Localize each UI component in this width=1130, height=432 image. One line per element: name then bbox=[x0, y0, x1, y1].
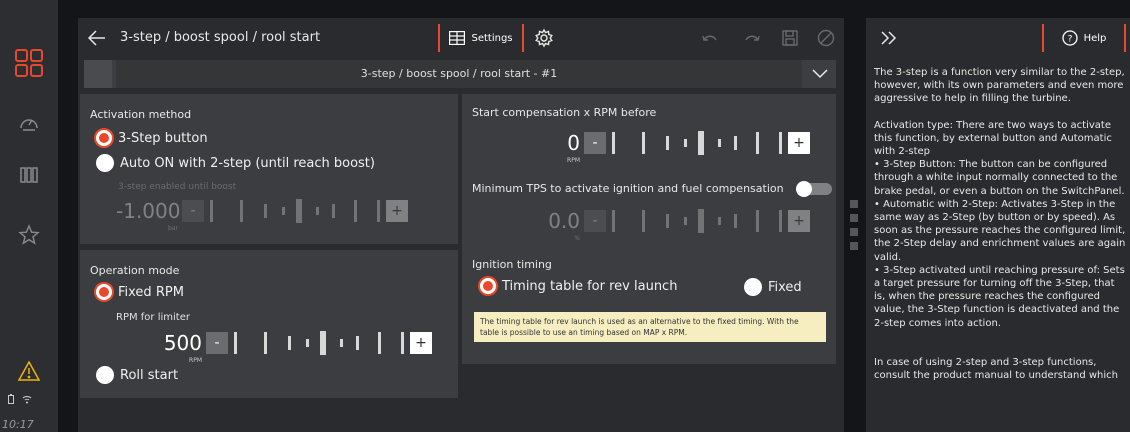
radio-label: 3-Step button bbox=[118, 130, 208, 146]
undo-icon[interactable] bbox=[700, 28, 720, 48]
radio-fixed-timing[interactable]: Fixed bbox=[744, 278, 802, 296]
page-title: 3-step / boost spool / rool start bbox=[120, 30, 321, 45]
ignition-note: The timing table for rev launch is used … bbox=[474, 312, 826, 342]
radio-timing-table[interactable]: Timing table for rev launch bbox=[480, 278, 677, 294]
cancel-icon[interactable] bbox=[816, 28, 836, 48]
question-icon: ? bbox=[1061, 30, 1078, 46]
enabled-until-label: 3-step enabled until boost bbox=[118, 182, 237, 192]
radio-label: Fixed RPM bbox=[118, 284, 184, 300]
back-arrow-icon[interactable] bbox=[88, 30, 106, 46]
increment-button[interactable]: + bbox=[788, 210, 810, 232]
help-paragraph: • 3-Step Button: The button can be confi… bbox=[874, 159, 1125, 197]
radio-roll-start[interactable]: Roll start bbox=[96, 366, 178, 384]
chevron-down-icon[interactable] bbox=[804, 60, 836, 88]
stepper-track[interactable] bbox=[234, 330, 404, 356]
help-paragraph: • Automatic with 2-Step: Activates 3-Ste… bbox=[874, 198, 1126, 263]
main-panel: 3-step / boost spool / rool start Settin… bbox=[78, 18, 844, 432]
help-paragraph: The 3-step is a function very similar to… bbox=[874, 67, 1125, 105]
config-select-handle bbox=[84, 60, 112, 88]
activation-title: Activation method bbox=[90, 108, 192, 121]
stepper-track[interactable] bbox=[612, 208, 782, 234]
stepper-track[interactable] bbox=[210, 198, 380, 224]
rpm-limiter-stepper[interactable]: 500 RPM - + bbox=[140, 330, 432, 364]
stepper-track[interactable] bbox=[612, 130, 782, 156]
wifi-icon bbox=[22, 396, 32, 404]
save-icon[interactable] bbox=[780, 28, 800, 48]
decrement-button[interactable]: - bbox=[206, 332, 228, 354]
radio-label: Roll start bbox=[120, 367, 179, 383]
activation-card: Activation method 3-Step button Auto ON … bbox=[80, 94, 458, 244]
star-icon[interactable] bbox=[14, 220, 44, 250]
help-text: The 3-step is a function very similar to… bbox=[874, 66, 1126, 420]
collapse-chevron-icon[interactable] bbox=[880, 30, 898, 46]
decrement-button[interactable]: - bbox=[584, 210, 606, 232]
rpm-limiter-unit: RPM bbox=[189, 357, 202, 364]
radio-fixed-rpm[interactable]: Fixed RPM bbox=[96, 284, 184, 300]
radio-label: Timing table for rev launch bbox=[502, 278, 678, 294]
radio-label: Auto ON with 2-step (until reach boost) bbox=[120, 155, 375, 171]
toggle-knob bbox=[796, 181, 812, 197]
radio-3step-button[interactable]: 3-Step button bbox=[96, 130, 208, 146]
min-tps-toggle[interactable] bbox=[796, 181, 832, 197]
min-tps-stepper[interactable]: 0.0% - + bbox=[518, 208, 810, 242]
radio-unselected-icon bbox=[96, 154, 114, 172]
operation-mode-title: Operation mode bbox=[90, 264, 180, 277]
radio-unselected-icon bbox=[96, 366, 114, 384]
gauge-icon[interactable] bbox=[14, 108, 44, 138]
help-paragraph: • 3-Step activated until reaching pressu… bbox=[874, 264, 1125, 329]
decrement-button[interactable]: - bbox=[584, 132, 606, 154]
radio-label: Fixed bbox=[768, 279, 802, 295]
boost-unit: bar bbox=[168, 225, 178, 232]
settings-label: Settings bbox=[471, 32, 513, 44]
min-tps-card: Minimum TPS to activate ignition and fue… bbox=[462, 170, 836, 252]
gear-icon[interactable] bbox=[534, 28, 554, 48]
operation-mode-card: Operation mode Fixed RPM RPM for limiter… bbox=[80, 250, 458, 398]
min-tps-title: Minimum TPS to activate ignition and fue… bbox=[472, 182, 784, 195]
config-select[interactable]: 3-step / boost spool / rool start - #1 bbox=[84, 60, 836, 88]
increment-button[interactable]: + bbox=[788, 132, 810, 154]
redo-icon[interactable] bbox=[742, 28, 762, 48]
nav-rail: 10:17 bbox=[0, 0, 58, 432]
bars-icon[interactable] bbox=[14, 160, 44, 190]
rpm-limiter-label: RPM for limiter bbox=[116, 312, 190, 323]
help-panel: ? Help The 3-step is a function very sim… bbox=[866, 18, 1130, 432]
start-compensation-title: Start compensation x RPM before bbox=[472, 106, 657, 119]
svg-text:?: ? bbox=[1067, 35, 1072, 45]
radio-auto-2step[interactable]: Auto ON with 2-step (until reach boost) bbox=[96, 154, 375, 172]
scroll-indicator bbox=[850, 200, 858, 256]
increment-button[interactable]: + bbox=[410, 332, 432, 354]
radio-selected-icon bbox=[96, 284, 112, 300]
config-select-value: 3-step / boost spool / rool start - #1 bbox=[116, 60, 802, 88]
help-tab[interactable]: ? Help bbox=[1042, 24, 1126, 52]
dashboard-grid-icon[interactable] bbox=[14, 48, 44, 78]
help-label: Help bbox=[1083, 32, 1107, 44]
start-compensation-stepper[interactable]: 0 RPM - + bbox=[518, 130, 810, 164]
settings-tab[interactable]: Settings bbox=[438, 24, 524, 52]
warning-icon[interactable] bbox=[14, 356, 44, 386]
clock: 10:17 bbox=[2, 418, 34, 431]
help-paragraph: Activation type: There are two ways to a… bbox=[874, 119, 1112, 158]
ignition-timing-card: Ignition timing Timing table for rev lau… bbox=[462, 246, 836, 364]
increment-button[interactable]: + bbox=[386, 200, 408, 222]
ignition-timing-title: Ignition timing bbox=[472, 258, 552, 271]
radio-selected-icon bbox=[480, 278, 496, 294]
start-compensation-unit: RPM bbox=[567, 157, 580, 164]
help-header: ? Help bbox=[866, 18, 1130, 58]
help-paragraph: In case of using 2-step and 3-step funct… bbox=[874, 356, 1118, 382]
decrement-button[interactable]: - bbox=[182, 200, 204, 222]
start-compensation-card: Start compensation x RPM before 0 RPM - + bbox=[462, 94, 836, 178]
top-bar: 3-step / boost spool / rool start Settin… bbox=[78, 18, 844, 58]
table-icon bbox=[449, 31, 466, 45]
radio-unselected-icon bbox=[744, 278, 762, 296]
radio-selected-icon bbox=[96, 130, 112, 146]
boost-stepper[interactable]: -1.000 bar - + bbox=[116, 198, 408, 232]
battery-icon bbox=[8, 394, 14, 404]
